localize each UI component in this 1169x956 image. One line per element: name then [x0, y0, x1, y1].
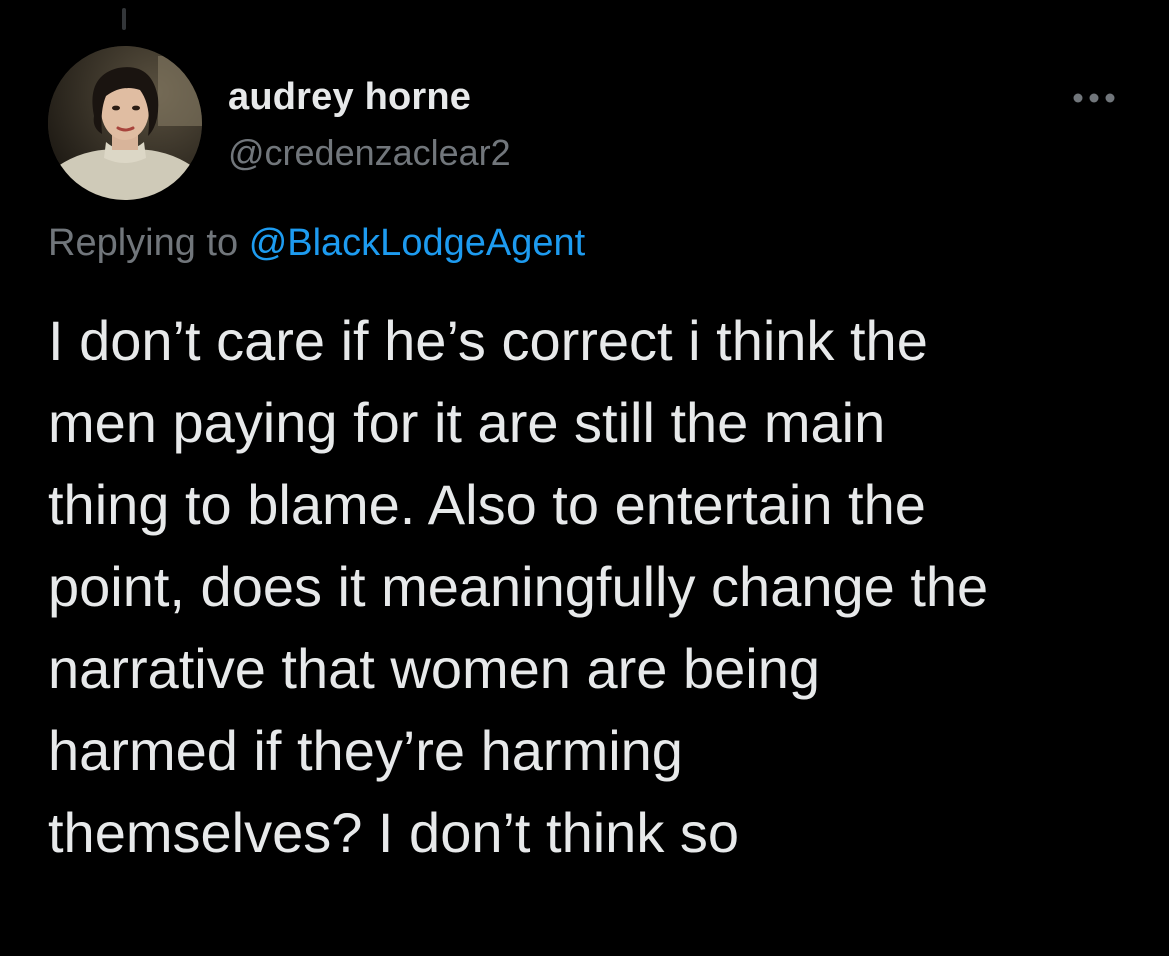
tweet-text-line: narrative that women are being [48, 637, 820, 700]
tweet-text-line: point, does it meaningfully change the [48, 555, 989, 618]
author-display-name[interactable]: audrey horne [228, 76, 471, 119]
author-handle[interactable]: @credenzaclear2 [228, 132, 511, 174]
tweet-text-line: themselves? I don’t think so [48, 801, 740, 864]
tweet-text-line: I don’t care if he’s correct i think the [48, 309, 928, 372]
tweet-text: I don’t care if he’s correct i think the… [48, 300, 1148, 874]
reply-context: Replying to @BlackLodgeAgent [48, 222, 585, 265]
reply-context-prefix: Replying to [48, 222, 239, 264]
avatar[interactable] [48, 46, 202, 200]
reply-mention-link[interactable]: @BlackLodgeAgent [249, 222, 585, 264]
more-horizontal-icon [1073, 93, 1115, 103]
avatar-image [48, 46, 202, 200]
thread-connector-line [122, 8, 126, 30]
tweet-text-line: men paying for it are still the main [48, 391, 886, 454]
more-options-button[interactable] [1066, 80, 1122, 116]
tweet-text-line: thing to blame. Also to entertain the [48, 473, 926, 536]
tweet-text-line: harmed if they’re harming [48, 719, 683, 782]
